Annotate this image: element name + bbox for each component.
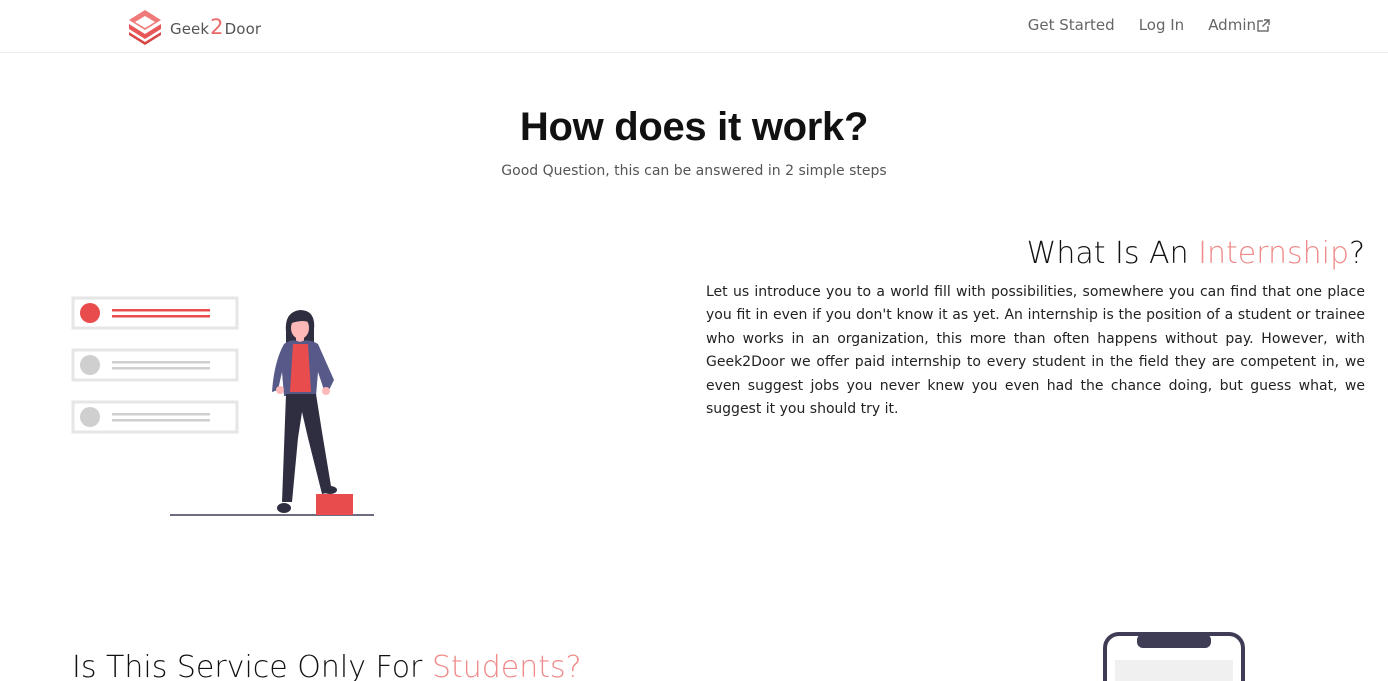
internship-heading-suffix: ?	[1349, 236, 1365, 271]
nav-log-in[interactable]: Log In	[1139, 16, 1185, 34]
woman-figure	[272, 310, 337, 513]
students-heading-prefix: Is This Service Only For	[72, 650, 432, 681]
nav-admin-label: Admin	[1208, 16, 1256, 34]
internship-heading-prefix: What Is An	[1026, 236, 1199, 271]
checklist-card-active	[71, 296, 239, 330]
page-subtitle: Good Question, this can be answered in 2…	[501, 163, 887, 179]
brand-name-part3: Door	[224, 19, 262, 38]
internship-heading-accent: Internship	[1198, 236, 1350, 271]
brand-name-part1: Geek	[170, 19, 210, 38]
brand-name-part2: 2	[210, 14, 224, 39]
external-link-icon	[1257, 18, 1270, 32]
geek2door-logo-icon	[129, 10, 161, 45]
brand-name: Geek 2 Door	[170, 14, 262, 39]
red-block	[316, 494, 353, 515]
internship-description: Let us introduce you to a world fill wit…	[706, 284, 1365, 418]
nav-get-started[interactable]: Get Started	[1028, 16, 1115, 34]
page-title: How does it work?	[519, 105, 869, 149]
students-heading: Is This Service Only For Students?	[72, 650, 582, 681]
woman-with-checklist-illustration	[71, 296, 374, 516]
checklist-card-3	[71, 400, 239, 434]
phone-illustration	[1103, 632, 1245, 681]
brand-logo-link[interactable]: Geek 2 Door	[126, 8, 261, 46]
students-heading-accent: Students?	[431, 650, 582, 681]
nav-admin[interactable]: Admin	[1208, 16, 1270, 34]
checklist-card-2	[71, 348, 239, 382]
internship-heading: What Is An Internship?	[1027, 236, 1365, 271]
navbar: Geek 2 Door Get Started Log In Admin	[0, 0, 1388, 53]
nav-links: Get Started Log In Admin	[1004, 16, 1270, 34]
